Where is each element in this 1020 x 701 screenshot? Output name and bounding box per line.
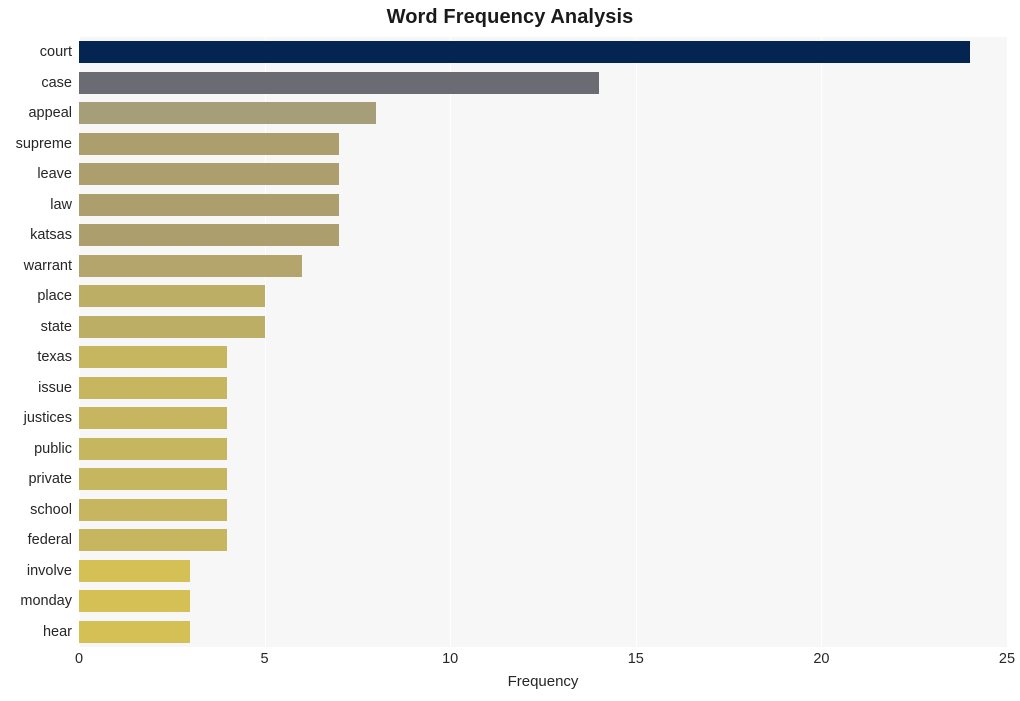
x-tick-label-5: 5 (260, 651, 269, 667)
x-tick-label-20: 20 (813, 651, 830, 667)
bar-fill (79, 346, 228, 369)
y-tick-label-appeal: appeal (28, 105, 72, 122)
bar-justices (79, 407, 228, 430)
y-tick-label-law: law (50, 196, 72, 213)
bar-private (79, 468, 228, 491)
y-tick-label-school: school (30, 501, 72, 518)
y-tick-label-justices: justices (23, 410, 72, 427)
y-tick-label-place: place (37, 288, 72, 305)
bar-fill (79, 407, 228, 430)
x-tick-label-10: 10 (442, 651, 459, 667)
y-tick-label-court: court (39, 44, 72, 61)
y-tick-label-private: private (28, 471, 72, 488)
y-tick-label-leave: leave (37, 166, 72, 183)
word-frequency-chart: Word Frequency Analysis court case appeal s… (0, 0, 1020, 701)
bar-leave (79, 163, 339, 186)
bar-katsas (79, 224, 339, 247)
bar-law (79, 193, 339, 216)
y-tick-label-federal: federal (27, 532, 72, 549)
bar-texas (79, 346, 228, 369)
y-axis-labels: court case appeal supreme leave law katsas warr… (0, 37, 72, 647)
bar-place (79, 285, 265, 308)
bar-monday (79, 590, 191, 613)
bar-federal (79, 529, 228, 552)
bar-state (79, 315, 265, 338)
x-tick-label-15: 15 (627, 651, 644, 667)
bar-fill (79, 498, 228, 521)
bar-fill (79, 224, 339, 247)
bars-layer (79, 37, 1007, 647)
bar-fill (79, 132, 339, 155)
chart-title: Word Frequency Analysis (386, 6, 634, 28)
bar-hear (79, 620, 191, 643)
bar-fill (79, 620, 191, 643)
y-tick-label-state: state (40, 318, 72, 335)
x-tick-label-25: 25 (998, 651, 1016, 667)
y-tick-label-hear: hear (42, 623, 72, 640)
bar-court (79, 41, 970, 64)
gridline (1007, 37, 1008, 647)
bar-appeal (79, 102, 376, 125)
bar-fill (79, 559, 191, 582)
y-tick-label-issue: issue (38, 379, 72, 396)
y-tick-label-public: public (34, 440, 72, 457)
bar-fill (79, 254, 302, 277)
bar-fill (79, 315, 265, 338)
bar-fill (79, 71, 599, 94)
bar-fill (79, 590, 191, 613)
bar-fill (79, 193, 339, 216)
y-tick-label-katsas: katsas (30, 227, 72, 244)
bar-warrant (79, 254, 302, 277)
plot-area (79, 37, 1008, 647)
y-tick-label-case: case (41, 74, 72, 91)
bar-fill (79, 437, 228, 460)
bar-public (79, 437, 228, 460)
bar-fill (79, 102, 376, 125)
bar-supreme (79, 132, 339, 155)
y-tick-label-warrant: warrant (23, 257, 72, 274)
bar-fill (79, 163, 339, 186)
y-tick-label-monday: monday (20, 593, 72, 610)
bar-fill (79, 285, 265, 308)
bar-fill (79, 41, 970, 64)
x-axis-title: Frequency (507, 673, 579, 690)
bar-fill (79, 376, 228, 399)
y-tick-label-texas: texas (37, 349, 72, 366)
bar-issue (79, 376, 228, 399)
y-tick-label-supreme: supreme (15, 135, 72, 152)
x-tick-label-0: 0 (74, 651, 84, 667)
bar-fill (79, 468, 228, 491)
bar-involve (79, 559, 191, 582)
bar-case (79, 71, 599, 94)
bar-school (79, 498, 228, 521)
y-tick-label-involve: involve (26, 562, 72, 579)
bar-fill (79, 529, 228, 552)
